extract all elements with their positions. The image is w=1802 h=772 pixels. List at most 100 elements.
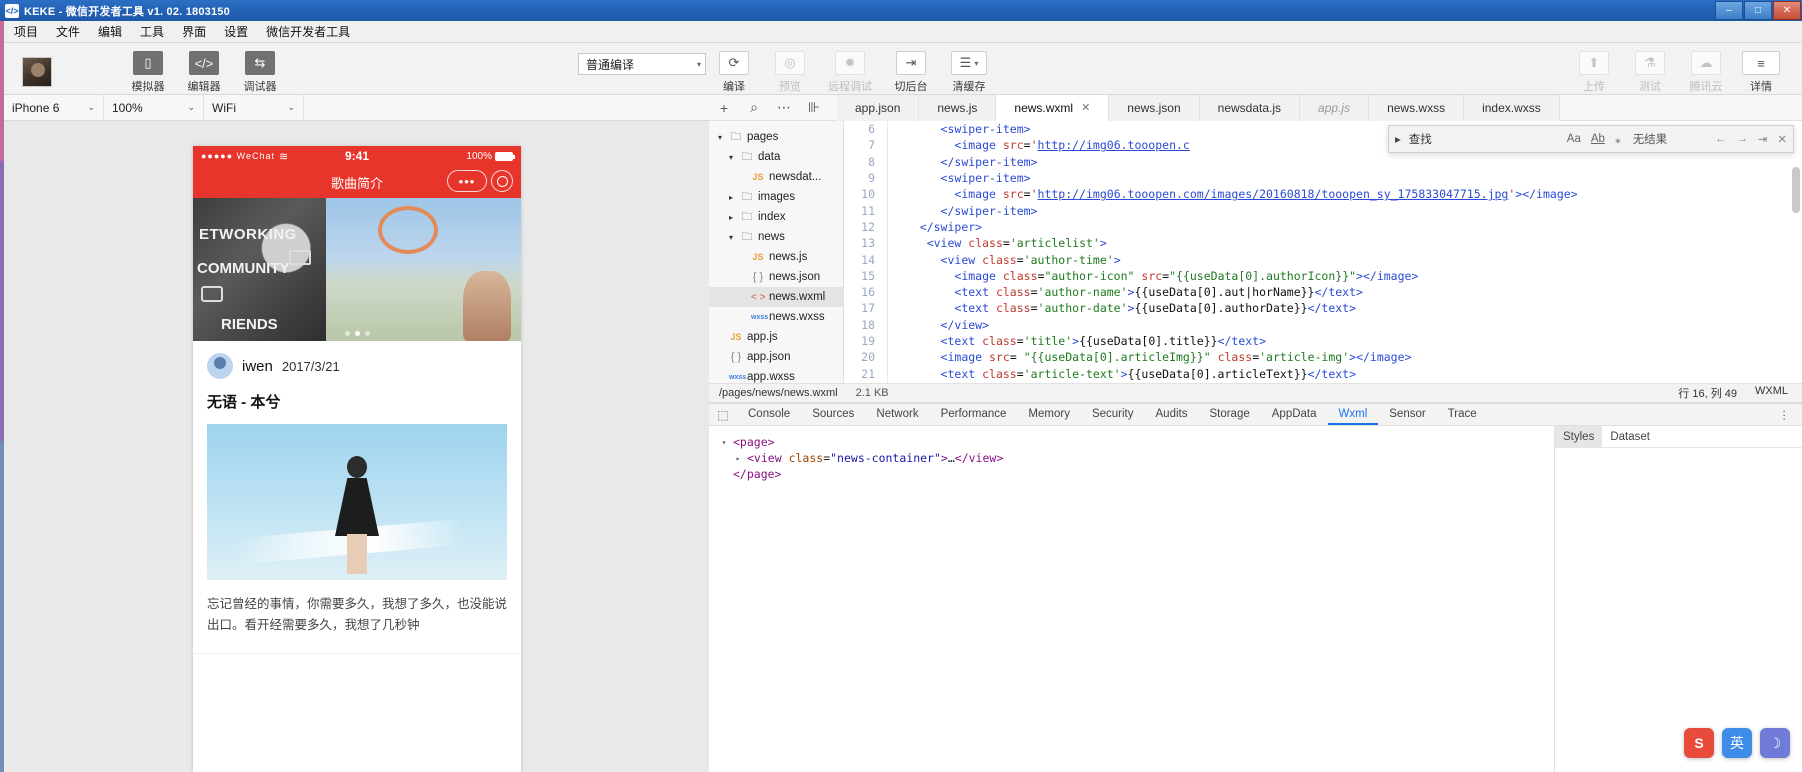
tab-news-wxml[interactable]: news.wxml ✕ [996,94,1110,121]
cursor-position[interactable]: 行 16, 列 49 [1678,385,1737,401]
minimize-button[interactable]: – [1715,1,1743,20]
tree-item-news-wxss[interactable]: wxss news.wxss [709,307,843,327]
menu-devtools[interactable]: 微信开发者工具 [264,22,352,41]
code-line[interactable]: 8 </swiper-item> [845,154,1802,170]
tree-item-data[interactable]: ▾ 🗀 data [709,147,843,167]
line-content[interactable]: <image src='http://img06.tooopen.c [885,138,1189,152]
code-line[interactable]: 9 <swiper-item> [845,170,1802,186]
code-line[interactable]: 10 <image src='http://img06.tooopen.com/… [845,186,1802,202]
code-body[interactable]: 6 <swiper-item> 7 <image src='http://img0… [845,121,1802,383]
compile-mode-select[interactable]: 普通编译 ▾ [578,53,706,75]
tree-item-app-wxss[interactable]: wxss app.wxss [709,367,843,383]
tab-news-wxss[interactable]: news.wxss [1369,94,1465,121]
code-line[interactable]: 11 </swiper-item> [845,202,1802,218]
chevron-down-icon[interactable]: ▾ [715,133,725,142]
tree-item-pages[interactable]: ▾ 🗀 pages [709,127,843,147]
swiper-dot[interactable] [364,331,370,336]
swiper-dot[interactable] [344,331,350,336]
debugger-tab-audits[interactable]: Audits [1145,404,1199,425]
line-content[interactable]: </swiper> [885,220,982,234]
tree-item-news-json[interactable]: { } news.json [709,267,843,287]
line-content[interactable]: <text class='title'>{{useData[0].title}}… [885,334,1266,348]
code-line[interactable]: 21 <text class='article-text'>{{useData[… [845,365,1802,381]
tab-dataset[interactable]: Dataset [1602,431,1658,443]
find-select-all-icon[interactable]: ⇥ [1758,132,1768,146]
line-content[interactable]: <swiper-item> [885,171,1031,185]
tree-item-index[interactable]: ▸ 🗀 index [709,207,843,227]
line-content[interactable]: <text class='article-text'>{{useData[0].… [885,367,1356,381]
tree-item-newsdat-[interactable]: JS newsdat... [709,167,843,187]
debugger-tab-security[interactable]: Security [1081,404,1145,425]
tree-item-news-wxml[interactable]: < > news.wxml [709,287,843,307]
line-content[interactable]: <swiper-item> [885,122,1031,136]
tab-app-js[interactable]: app.js [1300,94,1370,121]
code-line[interactable]: 15 <image class="author-icon" src="{{use… [845,268,1802,284]
file-explorer-tree[interactable]: ▾ 🗀 pages ▾ 🗀 data JS newsdat... ▸ 🗀 images ▸ 🗀 index… [709,121,844,383]
detail-button[interactable]: ≡ 详情 [1734,51,1788,94]
menu-tools[interactable]: 工具 [138,22,166,41]
disclosure-triangle-icon[interactable]: ▸ [733,454,743,463]
line-content[interactable]: <text class='author-date'>{{useData[0].a… [885,301,1356,315]
tab-styles[interactable]: Styles [1555,426,1603,447]
sogou-ime-icon[interactable]: S [1684,728,1714,758]
line-content[interactable]: <image src= "{{useData[0].articleImg}}" … [885,350,1412,364]
disclosure-triangle-icon[interactable]: ▾ [719,438,729,447]
code-line[interactable]: 16 <text class='author-name'>{{useData[0… [845,284,1802,300]
simulator-button[interactable]: ▯ 模拟器 [120,51,176,94]
whole-word-icon[interactable]: Ab [1591,133,1605,145]
find-prev-icon[interactable]: ← [1715,133,1727,145]
tab-newsdata-js[interactable]: newsdata.js [1199,94,1301,121]
menu-project[interactable]: 项目 [12,22,40,41]
code-line[interactable]: 12 </swiper> [845,219,1802,235]
dom-node[interactable]: </page> [719,466,1554,482]
menu-view[interactable]: 界面 [180,22,208,41]
line-content[interactable]: </view> [885,318,989,332]
tab-app-json[interactable]: app.json [837,94,920,121]
menu-file[interactable]: 文件 [54,22,82,41]
debugger-tab-storage[interactable]: Storage [1198,404,1260,425]
debugger-tab-performance[interactable]: Performance [930,404,1018,425]
cloud-button[interactable]: ☁ 腾讯云 [1678,51,1734,94]
tree-item-app-json[interactable]: { } app.json [709,347,843,367]
background-button[interactable]: ⇥ 切后台 [882,51,940,94]
upload-button[interactable]: ⬆ 上传 [1566,51,1622,94]
tab-news-js[interactable]: news.js [919,94,997,121]
menu-settings[interactable]: 设置 [222,22,250,41]
search-icon[interactable]: ⌕ [739,95,769,121]
debugger-tab-memory[interactable]: Memory [1017,404,1081,425]
debugger-tab-trace[interactable]: Trace [1437,404,1488,425]
moon-mode-icon[interactable]: ☽ [1760,728,1790,758]
code-line[interactable]: 19 <text class='title'>{{useData[0].titl… [845,333,1802,349]
zoom-select[interactable]: 100% ⌄ [104,95,204,120]
device-select[interactable]: iPhone 6 ⌄ [4,95,104,120]
code-line[interactable]: 20 <image src= "{{useData[0].articleImg}… [845,349,1802,365]
code-line[interactable]: 14 <view class='author-time'> [845,251,1802,267]
debugger-button[interactable]: ⇆ 调试器 [232,51,288,94]
line-content[interactable]: <view class='articlelist'> [885,236,1107,250]
tab-news-json[interactable]: news.json [1109,94,1200,121]
find-close-icon[interactable]: ✕ [1777,132,1787,146]
menu-edit[interactable]: 编辑 [96,22,124,41]
chevron-down-icon[interactable]: ▾ [726,153,736,162]
tree-item-images[interactable]: ▸ 🗀 images [709,187,843,207]
phone-preview[interactable]: ●●●●● WeChat ≋ 9:41 100% 歌曲简介 ••• ETWORK… [193,146,521,772]
code-editor[interactable]: 6 <swiper-item> 7 <image src='http://img0… [845,121,1802,383]
code-line[interactable]: 18 </view> [845,317,1802,333]
maximize-button[interactable]: □ [1744,1,1772,20]
chevron-right-icon[interactable]: ▸ [726,193,736,202]
debugger-tab-sensor[interactable]: Sensor [1378,404,1436,425]
debugger-more-icon[interactable]: ⋮ [1779,408,1802,422]
language-mode[interactable]: WXML [1755,385,1788,401]
line-content[interactable]: <view class='author-time'> [885,253,1121,267]
tree-item-app-js[interactable]: JS app.js [709,327,843,347]
remote-debug-button[interactable]: ✹ 远程调试 [818,51,882,94]
line-content[interactable]: <image src='http://img06.tooopen.com/ima… [885,187,1577,201]
debugger-tab-appdata[interactable]: AppData [1261,404,1328,425]
find-expand-icon[interactable]: ▸ [1395,132,1401,146]
tree-item-news-js[interactable]: JS news.js [709,247,843,267]
debugger-tab-console[interactable]: Console [737,404,801,425]
line-content[interactable]: </swiper-item> [885,155,1038,169]
dom-node[interactable]: ▾ <page> [719,434,1554,450]
find-widget[interactable]: ▸ 查找 Aa Ab ⁎ 无结果 ← → ⇥ ✕ [1388,125,1794,153]
editor-button[interactable]: </> 编辑器 [176,51,232,94]
